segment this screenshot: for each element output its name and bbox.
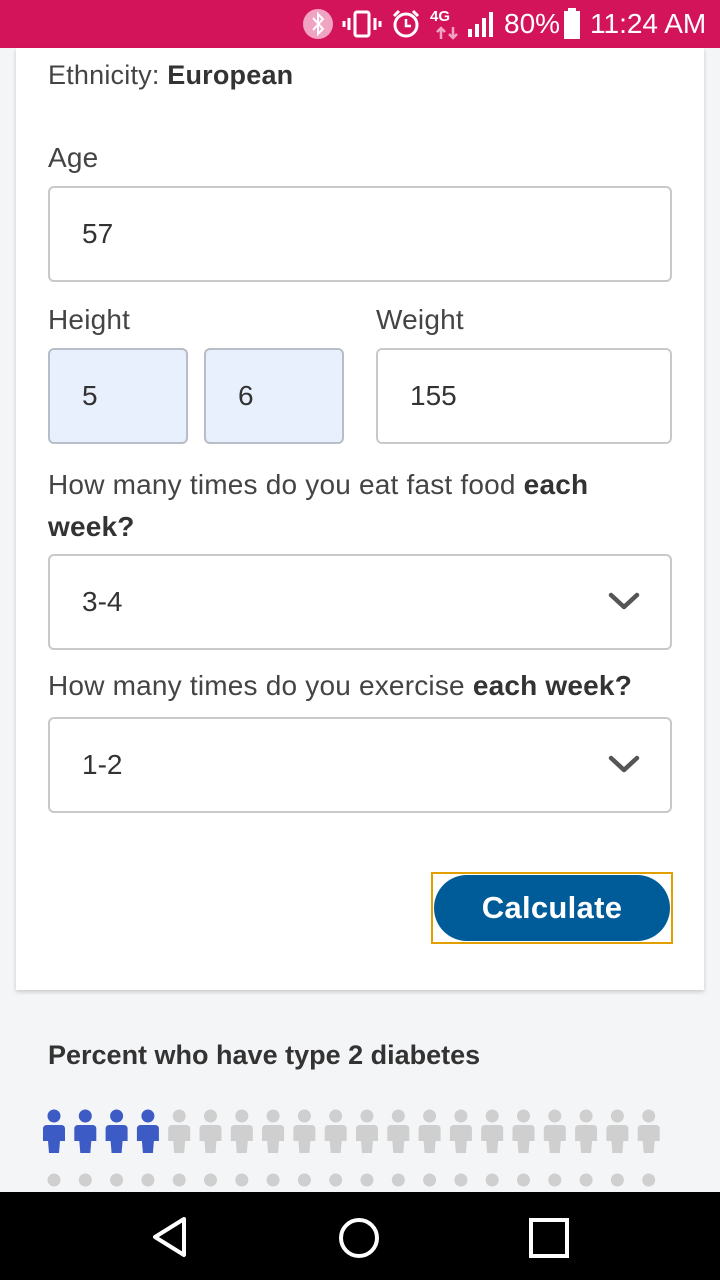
people-pictogram	[43, 1109, 660, 1187]
person-highlighted-icon	[43, 1109, 65, 1153]
person-head-icon	[610, 1173, 624, 1187]
fastfood-select[interactable]: 3-4	[48, 554, 672, 650]
person-icon	[481, 1109, 504, 1153]
alarm-icon	[390, 0, 422, 48]
fastfood-question: How many times do you eat fast food each…	[48, 464, 648, 548]
person-head-icon	[47, 1173, 61, 1187]
exercise-question: How many times do you exercise each week…	[48, 670, 632, 702]
person-head-icon	[297, 1173, 311, 1187]
person-head-icon	[78, 1173, 92, 1187]
chevron-down-icon	[608, 755, 640, 773]
battery-percent: 80%	[504, 8, 561, 39]
person-highlighted-icon	[74, 1109, 97, 1153]
ethnicity-row: Ethnicity: European	[48, 60, 293, 91]
bluetooth-icon	[302, 0, 334, 48]
person-icon	[512, 1109, 535, 1153]
person-icon	[449, 1109, 472, 1153]
home-icon[interactable]	[337, 1216, 381, 1260]
person-head-icon	[360, 1173, 374, 1187]
fastfood-question-bold-1: each	[523, 469, 589, 500]
person-head-icon	[423, 1173, 437, 1187]
chevron-down-icon	[608, 592, 640, 610]
person-icon	[199, 1109, 222, 1153]
exercise-select[interactable]: 1-2	[48, 717, 672, 813]
person-head-icon	[454, 1173, 468, 1187]
person-head-icon	[485, 1173, 499, 1187]
result-title: Percent who have type 2 diabetes	[48, 1040, 481, 1070]
age-input[interactable]: 57	[48, 186, 672, 282]
lte-icon: 4G	[430, 0, 466, 48]
person-icon	[230, 1109, 253, 1153]
person-highlighted-icon	[136, 1109, 159, 1153]
person-icon	[606, 1109, 629, 1153]
clock: 11:24 AM	[590, 8, 707, 39]
person-head-icon	[391, 1173, 405, 1187]
person-icon	[387, 1109, 410, 1153]
person-icon	[543, 1109, 566, 1153]
recents-icon[interactable]	[528, 1217, 570, 1259]
person-icon	[418, 1109, 441, 1153]
exercise-selected-value: 1-2	[82, 749, 123, 780]
weight-value: 155	[410, 380, 457, 411]
height-feet-input[interactable]: 5	[48, 348, 188, 444]
person-head-icon	[642, 1173, 656, 1187]
person-icon	[324, 1109, 347, 1153]
exercise-question-text: How many times do you exercise	[48, 670, 465, 701]
status-bar: 4G 80% 11:24 AM	[0, 0, 720, 48]
fastfood-question-bold-2: week?	[48, 511, 135, 542]
person-icon	[293, 1109, 316, 1153]
person-icon	[356, 1109, 378, 1153]
person-head-icon	[266, 1173, 280, 1187]
person-head-icon	[172, 1173, 186, 1187]
person-head-icon	[548, 1173, 562, 1187]
height-label: Height	[48, 304, 131, 335]
height-feet-value: 5	[82, 380, 98, 411]
ethnicity-value: European	[167, 60, 294, 90]
person-head-icon	[235, 1173, 249, 1187]
weight-label: Weight	[376, 304, 464, 335]
person-highlighted-icon	[105, 1109, 128, 1153]
network-label: 4G	[430, 8, 451, 25]
battery-icon	[563, 0, 581, 48]
person-head-icon	[579, 1173, 593, 1187]
person-head-icon	[329, 1173, 343, 1187]
fastfood-question-text: How many times do you eat fast food	[48, 469, 516, 500]
height-inches-value: 6	[238, 380, 254, 411]
person-icon	[262, 1109, 285, 1153]
signal-icon	[466, 0, 498, 48]
back-icon[interactable]	[150, 1216, 190, 1258]
calculate-button[interactable]: Calculate	[434, 875, 670, 941]
age-label: Age	[48, 142, 99, 173]
height-inches-input[interactable]: 6	[204, 348, 344, 444]
exercise-question-bold: each week?	[472, 670, 633, 701]
weight-input[interactable]: 155	[376, 348, 672, 444]
vibrate-icon	[342, 0, 382, 48]
navigation-bar	[0, 1192, 720, 1280]
person-icon	[575, 1109, 598, 1153]
person-head-icon	[141, 1173, 155, 1187]
person-icon	[637, 1109, 660, 1153]
fastfood-selected-value: 3-4	[82, 586, 123, 617]
person-head-icon	[204, 1173, 217, 1187]
calculator-card: Ethnicity: European Age 57 Height Weight…	[16, 48, 704, 990]
person-head-icon	[517, 1173, 530, 1187]
person-icon	[168, 1109, 191, 1153]
person-head-icon	[110, 1173, 124, 1187]
age-value: 57	[82, 218, 114, 249]
ethnicity-label: Ethnicity:	[48, 60, 160, 90]
